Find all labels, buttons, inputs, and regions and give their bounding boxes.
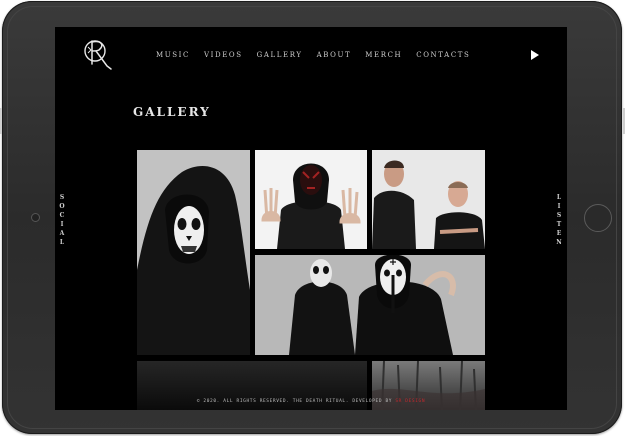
footer: © 2020. All rights reserved. The Death R… (55, 399, 567, 404)
nav-gallery[interactable]: Gallery (257, 51, 303, 59)
gallery-photo-1[interactable] (137, 150, 250, 355)
side-label-letter: C (59, 212, 65, 219)
side-label-letter: S (556, 212, 562, 219)
side-label-letter: E (556, 230, 562, 237)
side-label-letter: I (60, 221, 64, 228)
nav-merch[interactable]: Merch (365, 51, 402, 59)
side-label-letter: I (557, 203, 561, 210)
side-label-letter: O (59, 203, 65, 210)
developer-link[interactable]: SR Design (395, 399, 425, 404)
nav-videos[interactable]: Videos (204, 51, 243, 59)
home-button[interactable] (584, 204, 612, 232)
side-label-letter: A (59, 230, 65, 237)
listen-link[interactable]: LISTEN (555, 193, 563, 247)
gallery-photo-4[interactable] (255, 255, 485, 355)
footer-copyright: © 2020. All rights reserved. The Death R… (196, 399, 393, 404)
nav-music[interactable]: Music (156, 51, 190, 59)
nav-about[interactable]: About (317, 51, 352, 59)
camera-icon (31, 213, 40, 222)
gallery-photo-3[interactable] (372, 150, 485, 249)
side-label-letter: L (556, 194, 562, 201)
side-label-letter: T (556, 221, 562, 228)
logo-icon[interactable] (83, 36, 115, 72)
main-nav: Music Videos Gallery About Merch Contact… (156, 51, 470, 59)
play-icon[interactable] (531, 50, 539, 60)
social-link[interactable]: SOCIAL (58, 193, 66, 247)
nav-contacts[interactable]: Contacts (416, 51, 470, 59)
side-label-letter: S (59, 194, 65, 201)
page-title: Gallery (133, 105, 211, 119)
gallery-photo-2[interactable] (255, 150, 367, 249)
screen: Music Videos Gallery About Merch Contact… (55, 27, 567, 410)
side-label-letter: N (556, 239, 562, 246)
volume-key (0, 108, 2, 134)
side-label-letter: L (59, 239, 65, 246)
